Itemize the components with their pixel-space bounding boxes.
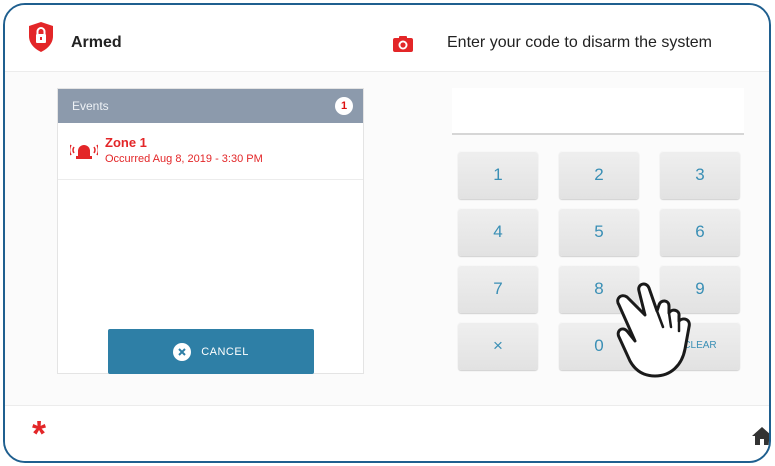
disarm-prompt: Enter your code to disarm the system xyxy=(447,34,712,51)
key-clear[interactable]: CLEAR xyxy=(660,322,740,370)
key-4[interactable]: 4 xyxy=(458,208,538,256)
cancel-button[interactable]: CANCEL xyxy=(108,329,314,374)
events-header: Events 1 xyxy=(58,89,363,123)
key-5[interactable]: 5 xyxy=(559,208,639,256)
events-count-badge: 1 xyxy=(335,97,353,115)
key-7[interactable]: 7 xyxy=(458,265,538,313)
key-backspace[interactable]: × xyxy=(458,322,538,370)
events-panel: Events 1 Zone 1 Occurred Aug 8, 2019 - 3… xyxy=(57,88,364,374)
code-input[interactable] xyxy=(452,88,744,135)
key-1[interactable]: 1 xyxy=(458,151,538,199)
asterisk-icon[interactable]: * xyxy=(32,416,46,452)
bottom-bar: * xyxy=(5,405,769,461)
top-bar: Armed Enter your code to disarm the syst… xyxy=(5,5,769,72)
panel-screen: Armed Enter your code to disarm the syst… xyxy=(3,3,771,463)
event-time: Occurred Aug 8, 2019 - 3:30 PM xyxy=(105,153,263,165)
close-icon xyxy=(173,342,192,361)
cancel-button-label: CANCEL xyxy=(201,345,249,358)
key-6[interactable]: 6 xyxy=(660,208,740,256)
siren-icon xyxy=(70,144,98,159)
key-8[interactable]: 8 xyxy=(559,265,639,313)
arm-status-label: Armed xyxy=(71,34,122,51)
event-zone: Zone 1 xyxy=(105,135,147,150)
list-item[interactable]: Zone 1 Occurred Aug 8, 2019 - 3:30 PM xyxy=(58,123,363,180)
lock-shield-icon xyxy=(29,22,53,52)
key-3[interactable]: 3 xyxy=(660,151,740,199)
events-title: Events xyxy=(72,99,109,113)
key-0[interactable]: 0 xyxy=(559,322,639,370)
key-9[interactable]: 9 xyxy=(660,265,740,313)
home-icon[interactable] xyxy=(751,426,771,446)
key-2[interactable]: 2 xyxy=(559,151,639,199)
camera-icon[interactable] xyxy=(392,35,414,53)
